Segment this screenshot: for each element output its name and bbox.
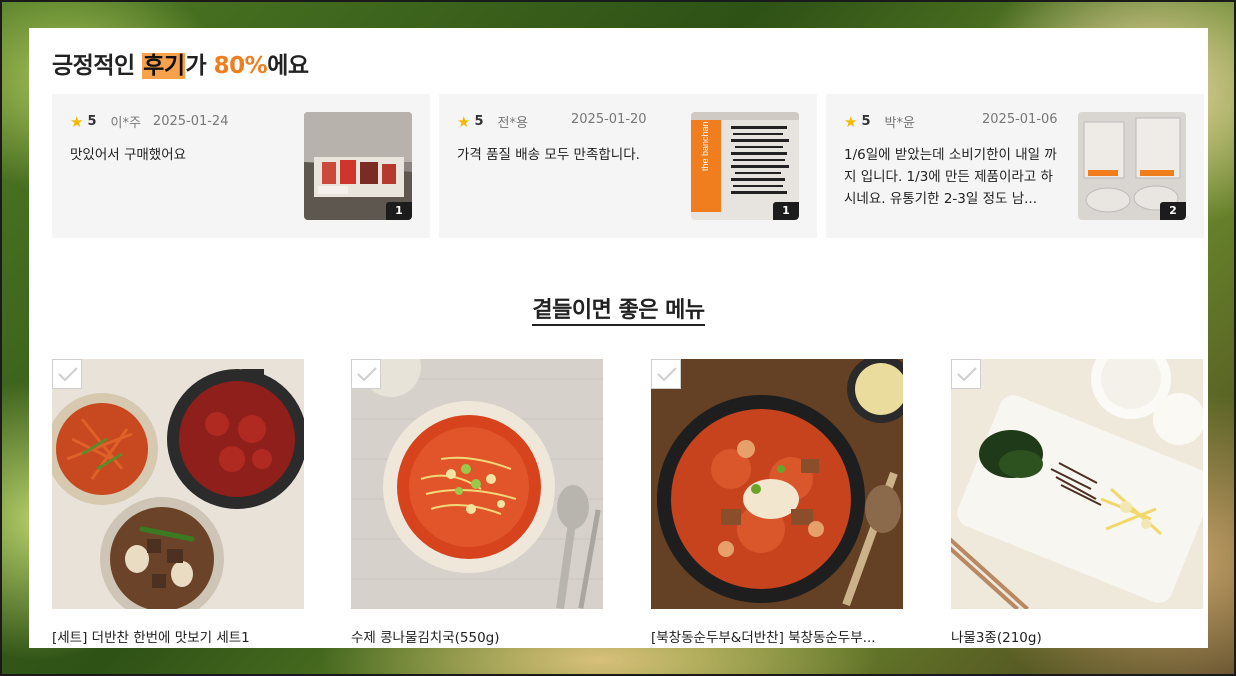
select-checkbox[interactable] [351,359,381,389]
check-icon [957,367,977,381]
review-author: 박*윤 [884,116,915,131]
review-rating: 5 [87,114,97,129]
product-name[interactable]: [세트] 더반찬 한번에 맛보기 세트1 [52,626,304,646]
recommend-section-title: 곁들이면 좋은 메뉴 [29,292,1208,326]
star-icon: ★ [457,112,471,131]
product-name[interactable]: 나물3종(210g) [951,626,1203,646]
product-image[interactable] [351,359,603,609]
product-card[interactable]: 나물3종(210g) [951,359,1203,646]
review-rating: 5 [861,114,871,129]
product-image[interactable] [651,359,903,609]
product-card[interactable]: 수제 콩나물김치국(550g) [351,359,603,646]
check-icon [657,367,677,381]
photo-count-badge: 1 [386,202,412,220]
review-date: 2025-01-06 [982,112,1058,127]
select-checkbox[interactable] [651,359,681,389]
select-checkbox[interactable] [951,359,981,389]
product-card[interactable]: [북창동순두부&더반찬] 북창동순두부... [651,359,903,646]
review-card[interactable]: ★ 5 박*윤 2025-01-06 1/6일에 받았는데 소비기한이 내일 까… [826,94,1204,238]
review-photo[interactable]: 2 [1078,112,1186,220]
product-image[interactable] [951,359,1203,609]
review-photo[interactable]: 1 [304,112,412,220]
product-name[interactable]: [북창동순두부&더반찬] 북창동순두부... [651,626,903,646]
review-text: 맛있어서 구매했어요 [70,147,187,163]
review-author: 전*용 [497,116,528,131]
star-icon: ★ [844,112,858,131]
select-checkbox[interactable] [52,359,82,389]
content-panel: 긍정적인 후기가 80%에요 ★ 5 이*주 2025-01-24 맛있어서 구… [29,28,1208,648]
star-icon: ★ [70,112,84,131]
title-highlight: 후기 [142,53,186,79]
positive-percent: 80% [213,53,268,79]
product-image[interactable] [52,359,304,609]
photo-count-badge: 2 [1160,202,1186,220]
review-meta: ★ 5 박*윤 [844,112,927,132]
review-author: 이*주 [110,116,141,131]
review-summary-title: 긍정적인 후기가 80%에요 [52,53,309,79]
svg-text:the banchan: the banchan [700,121,710,171]
review-meta: ★ 5 전*용 [457,112,540,132]
photo-count-badge: 1 [773,202,799,220]
review-meta: ★ 5 이*주 2025-01-24 [70,112,229,132]
review-rating: 5 [474,114,484,129]
product-card[interactable]: [세트] 더반찬 한번에 맛보기 세트1 [52,359,304,646]
review-card[interactable]: ★ 5 이*주 2025-01-24 맛있어서 구매했어요 1 [52,94,430,238]
check-icon [357,367,377,381]
product-name[interactable]: 수제 콩나물김치국(550g) [351,626,603,646]
review-text: 가격 품질 배송 모두 만족합니다. [457,147,640,163]
review-card-list: ★ 5 이*주 2025-01-24 맛있어서 구매했어요 1 ★ 5 전*용 … [52,94,1208,238]
review-photo[interactable]: the banchan 1 [691,112,799,220]
review-date: 2025-01-20 [571,112,647,127]
review-card[interactable]: ★ 5 전*용 2025-01-20 가격 품질 배송 모두 만족합니다. th… [439,94,817,238]
check-icon [58,367,78,381]
review-text: 1/6일에 받았는데 소비기한이 내일 까지 입니다. 1/3에 만든 제품이라… [844,147,1057,207]
review-date: 2025-01-24 [152,114,229,129]
